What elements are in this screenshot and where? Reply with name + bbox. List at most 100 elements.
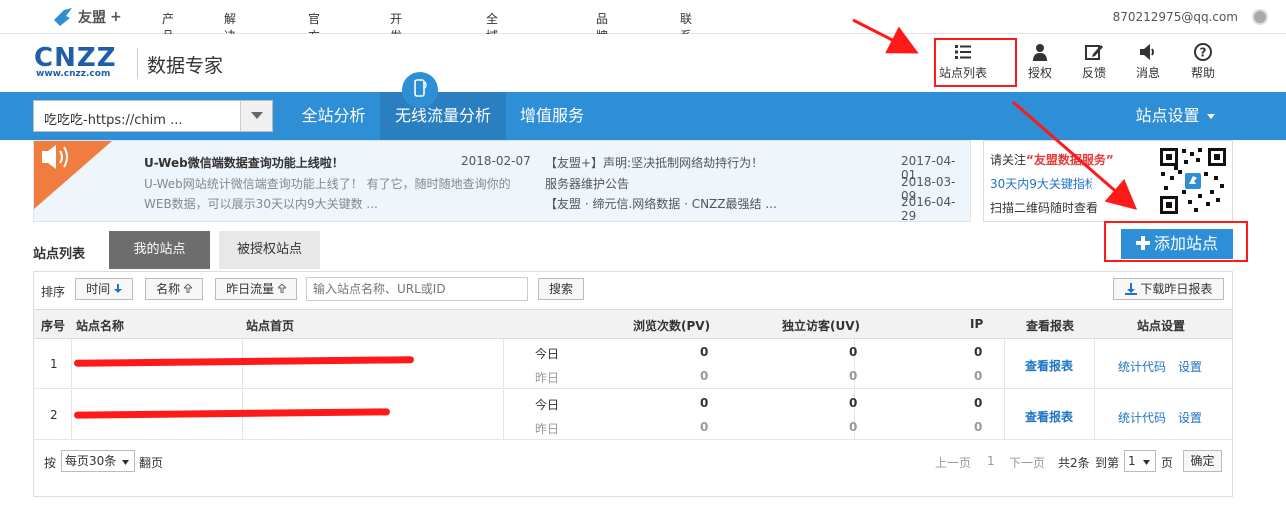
download-report-button[interactable]: 下载昨日报表	[1113, 278, 1224, 300]
prev-page-link[interactable]: 上一页	[935, 454, 971, 471]
account-email[interactable]: 870212975@qq.com	[1113, 10, 1238, 24]
site-select[interactable]: 吃吃吃-https://chim ...	[33, 100, 273, 132]
nav-value-added[interactable]: 增值服务	[506, 92, 598, 140]
sort-by-name-button[interactable]: 名称	[145, 278, 203, 300]
row-index: 1	[50, 357, 58, 371]
user-icon	[1033, 44, 1047, 61]
col-homepage: 站点首页	[246, 319, 295, 333]
notice-item-3[interactable]: 【友盟 · 缔元信.网络数据 · CNZZ最强结 ...	[545, 195, 777, 212]
confirm-button[interactable]: 确定	[1183, 450, 1222, 472]
uv-yesterday: 0	[849, 369, 858, 383]
nav-wireless-analysis[interactable]: 无线流量分析	[380, 92, 506, 140]
nav-site-analysis[interactable]: 全站分析	[287, 92, 380, 140]
pv-yesterday: 0	[700, 420, 709, 434]
yesterday-label: 昨日	[535, 422, 560, 436]
bird-icon	[54, 8, 72, 26]
table-header: 序号 站点名称 站点首页 浏览次数(PV) 独立访客(UV) IP 查看报表 站…	[34, 309, 1232, 339]
tab-authorized-sites[interactable]: 被授权站点	[219, 231, 320, 269]
add-site-button[interactable]: 添加站点	[1121, 229, 1233, 259]
site-list-label: 站点列表	[33, 247, 86, 262]
qr-code-icon	[1158, 146, 1228, 216]
ip-today: 0	[974, 396, 983, 410]
pv-today: 0	[700, 396, 709, 410]
download-icon	[1124, 283, 1137, 295]
page-title: 数据专家	[147, 55, 224, 77]
yesterday-label: 昨日	[535, 371, 560, 385]
svg-text:?: ?	[1200, 46, 1207, 60]
view-report-link[interactable]: 查看报表	[1025, 408, 1073, 425]
goto-label: 到第	[1095, 456, 1120, 470]
uv-today: 0	[849, 396, 858, 410]
uv-yesterday: 0	[849, 420, 858, 434]
sort-by-time-button[interactable]: 时间	[75, 278, 133, 300]
qr-follow-text: 请关注“友盟数据服务”	[990, 153, 1114, 167]
pv-today: 0	[700, 345, 709, 359]
qr-panel: 请关注“友盟数据服务” 30天内9大关键指标 扫描二维码随时查看	[983, 140, 1233, 222]
tab-my-sites[interactable]: 我的站点	[109, 231, 210, 269]
header-divider	[137, 48, 138, 78]
plus-icon	[1135, 236, 1150, 250]
ip-today: 0	[974, 345, 983, 359]
total-count: 共2条	[1058, 456, 1090, 470]
ip-yesterday: 0	[974, 369, 983, 383]
settings-link[interactable]: 设置	[1178, 358, 1202, 375]
arrow-up-icon	[182, 283, 194, 294]
pager-turn-label: 翻页	[139, 456, 164, 470]
today-label: 今日	[535, 398, 560, 412]
notice-body-line1: U-Web网站统计微信端查询功能上线了！ 有了它，随时随地查询你的	[144, 177, 511, 191]
caret-down-icon	[1143, 460, 1151, 465]
mobile-badge	[402, 72, 438, 108]
per-page-select[interactable]: 每页30条	[61, 450, 135, 472]
page-select[interactable]: 1	[1124, 450, 1156, 472]
main-nav-bar: 吃吃吃-https://chim ... 全站分析 无线流量分析 增值服务 站点…	[0, 92, 1286, 140]
qr-scan-text: 扫描二维码随时查看	[990, 201, 1099, 215]
help-button[interactable]: ? 帮助	[1178, 42, 1228, 84]
search-input[interactable]	[306, 277, 528, 301]
page-1-link[interactable]: 1	[987, 454, 995, 468]
view-report-link[interactable]: 查看报表	[1025, 357, 1073, 374]
notice-item-2[interactable]: 服务器维护公告	[545, 175, 629, 192]
sort-label: 排序	[41, 285, 66, 299]
top-bar: 友盟 + 产品 解决方案 官方资讯 开发者平台 全域罗盘·报告 品牌活动 联系我…	[0, 0, 1286, 125]
announce-banner-icon	[34, 141, 112, 209]
chevron-down-icon	[251, 112, 263, 119]
caret-down-icon	[1206, 114, 1215, 119]
notice-item-1[interactable]: 【友盟+】声明:坚决抵制网络劫持行为！	[545, 154, 763, 171]
edit-icon	[1085, 45, 1103, 60]
select-button[interactable]	[240, 101, 272, 131]
sort-by-traffic-button[interactable]: 昨日流量	[215, 278, 297, 300]
search-button[interactable]: 搜索	[538, 278, 584, 300]
tracking-code-link[interactable]: 统计代码	[1118, 358, 1166, 375]
messages-button[interactable]: 消息	[1123, 42, 1173, 84]
col-site-settings: 站点设置	[1137, 319, 1186, 333]
authorize-button[interactable]: 授权	[1015, 42, 1065, 84]
redaction-mark	[73, 408, 391, 419]
col-ip: IP	[970, 317, 984, 331]
col-uv: 独立访客(UV)	[782, 319, 861, 333]
col-report: 查看报表	[1026, 319, 1075, 333]
notice-headline[interactable]: U-Web微信端数据查询功能上线啦！	[144, 154, 344, 171]
phone-icon	[414, 79, 427, 97]
feedback-button[interactable]: 反馈	[1069, 42, 1119, 84]
today-label: 今日	[535, 347, 560, 361]
help-icon: ?	[1194, 43, 1212, 61]
umeng-logo[interactable]: 友盟 +	[52, 6, 122, 28]
speaker-icon	[1140, 44, 1154, 60]
arrow-down-icon	[113, 284, 122, 293]
notice-item-3-date: 2016-04-29	[901, 195, 956, 223]
caret-down-icon	[122, 460, 130, 465]
cnzz-logo[interactable]: CNZZ	[34, 45, 117, 71]
next-page-link[interactable]: 下一页	[1009, 454, 1045, 471]
col-index: 序号	[41, 319, 66, 333]
settings-link[interactable]: 设置	[1178, 409, 1202, 426]
avatar-icon[interactable]	[1252, 9, 1268, 25]
header: CNZZ www.cnzz.com 数据专家 站点列表 授权 反馈 消息 ? 帮…	[0, 34, 1286, 92]
cnzz-url: www.cnzz.com	[36, 69, 111, 79]
table-row: 2 今日 昨日 0 0 0 0 0 0 查看报表 统计代码 设置	[34, 390, 1232, 440]
arrow-up-icon	[276, 283, 288, 294]
redaction-mark	[73, 356, 415, 367]
tracking-code-link[interactable]: 统计代码	[1118, 409, 1166, 426]
uv-today: 0	[849, 345, 858, 359]
site-settings-menu[interactable]: 站点设置	[1130, 92, 1220, 140]
qr-metrics-text: 30天内9大关键指标	[990, 177, 1092, 191]
